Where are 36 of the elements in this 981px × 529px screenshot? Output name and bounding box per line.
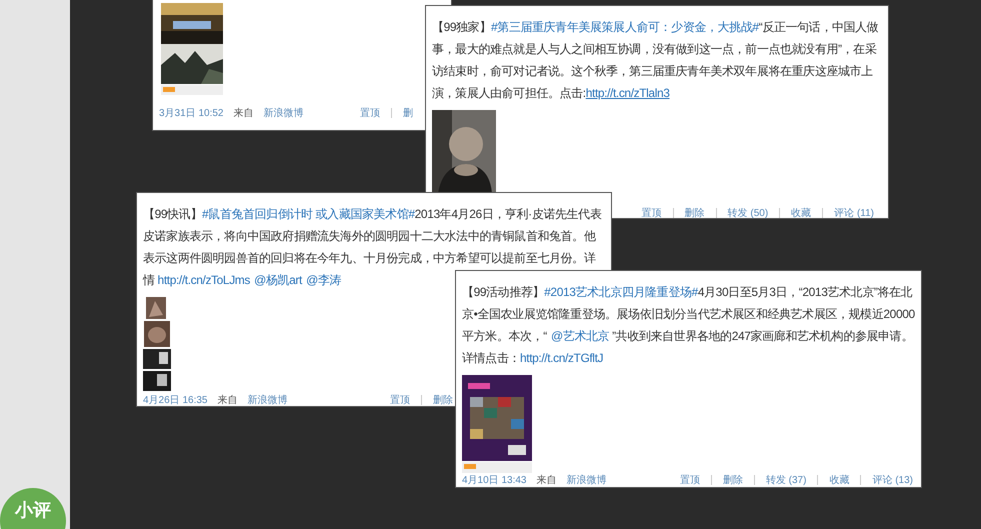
url-link[interactable]: http://t.cn/zToLJms xyxy=(158,273,250,287)
hashtag-link[interactable]: #第三届重庆青年美展策展人俞可：少资金，大挑战# xyxy=(490,20,759,34)
url-link[interactable]: http://t.cn/zTGfltJ xyxy=(520,351,604,365)
mention-link[interactable]: @李涛 xyxy=(306,273,342,287)
action-link[interactable]: 评论 (11) xyxy=(834,206,874,220)
action-link[interactable]: 置顶 xyxy=(642,206,662,220)
source-label: 来自 xyxy=(536,474,556,487)
post-date: 4月10日 13:43 xyxy=(462,474,526,487)
post-text: 【99活动推荐】#2013艺术北京四月隆重登场#4月30日至5月3日，“2013艺术北京”将在北京•全国农业展览馆隆重登场。展场依旧划分当代艺术展区和经典艺术展区，规模近20000平方米。本次，“ @艺术北京 ”共收到来自世界各地的247家画廊和艺术机构的参展申请。详情点击：http://t.cn/zTGfltJ xyxy=(462,284,915,367)
action-link[interactable]: 收藏 xyxy=(791,206,812,220)
mention-link[interactable]: @杨凯art xyxy=(254,273,302,287)
action-link[interactable]: 收藏 xyxy=(829,473,850,487)
action-link[interactable]: 置顶 xyxy=(360,106,380,120)
source-label: 来自 xyxy=(218,394,238,407)
post-text: 【99独家】#第三届重庆青年美展策展人俞可：少资金，大挑战#“反正一句话，中国人做事，最大的难点就是人与人之间相互协调，没有做到这一点，前一点也就没有用”，在采访结束时，俞可对记者说。这个秋季，第三届重庆青年美术双年展将在重庆这座城市上演，策展人由俞可担任。点击:http://t.cn/zTlaln3 xyxy=(432,19,880,102)
source-label: 来自 xyxy=(234,106,254,120)
post-date: 3月31日 10:52 xyxy=(159,107,224,120)
post-text: 【99快讯】#鼠首兔首回归倒计时 或入藏国家美术馆#2013年4月26日，亨利·皮诺先生代表皮诺家族表示，将向中国政府捐赠流失海外的圆明园十二大水法中的青铜鼠首和兔首。他表示这两件圆明园兽首的回归将在今年九、十月份完成，中方希望可以提前至七月份。详情 http://t.cn/zToLJms @杨凯art @李涛 xyxy=(143,206,602,287)
action-link[interactable]: 置顶 xyxy=(390,393,410,407)
mention-link[interactable]: @艺术北京 xyxy=(550,329,610,343)
action-link[interactable]: 转发 (37) xyxy=(766,473,806,487)
action-link[interactable]: 删除 xyxy=(684,206,705,220)
action-link[interactable]: 删 xyxy=(403,106,413,120)
hashtag-link[interactable]: #2013艺术北京四月隆重登场# xyxy=(544,285,698,299)
review-button[interactable]: 小评 xyxy=(0,488,66,529)
source-link[interactable]: 新浪微博 xyxy=(566,473,606,487)
action-link[interactable]: 置顶 xyxy=(680,473,700,487)
post-date: 4月26日 16:35 xyxy=(143,394,208,407)
hashtag-link[interactable]: #鼠首兔首回归倒计时 或入藏国家美术馆# xyxy=(202,207,415,221)
source-link[interactable]: 新浪微博 xyxy=(248,393,288,407)
url-link[interactable]: http://t.cn/zTlaln3 xyxy=(586,86,670,100)
action-link[interactable]: 转发 (50) xyxy=(728,206,768,220)
action-link[interactable]: 删除 xyxy=(722,473,743,487)
source-link[interactable]: 新浪微博 xyxy=(264,106,304,120)
action-link[interactable]: 删除 xyxy=(433,393,453,407)
action-link[interactable]: 评论 (13) xyxy=(872,473,913,487)
